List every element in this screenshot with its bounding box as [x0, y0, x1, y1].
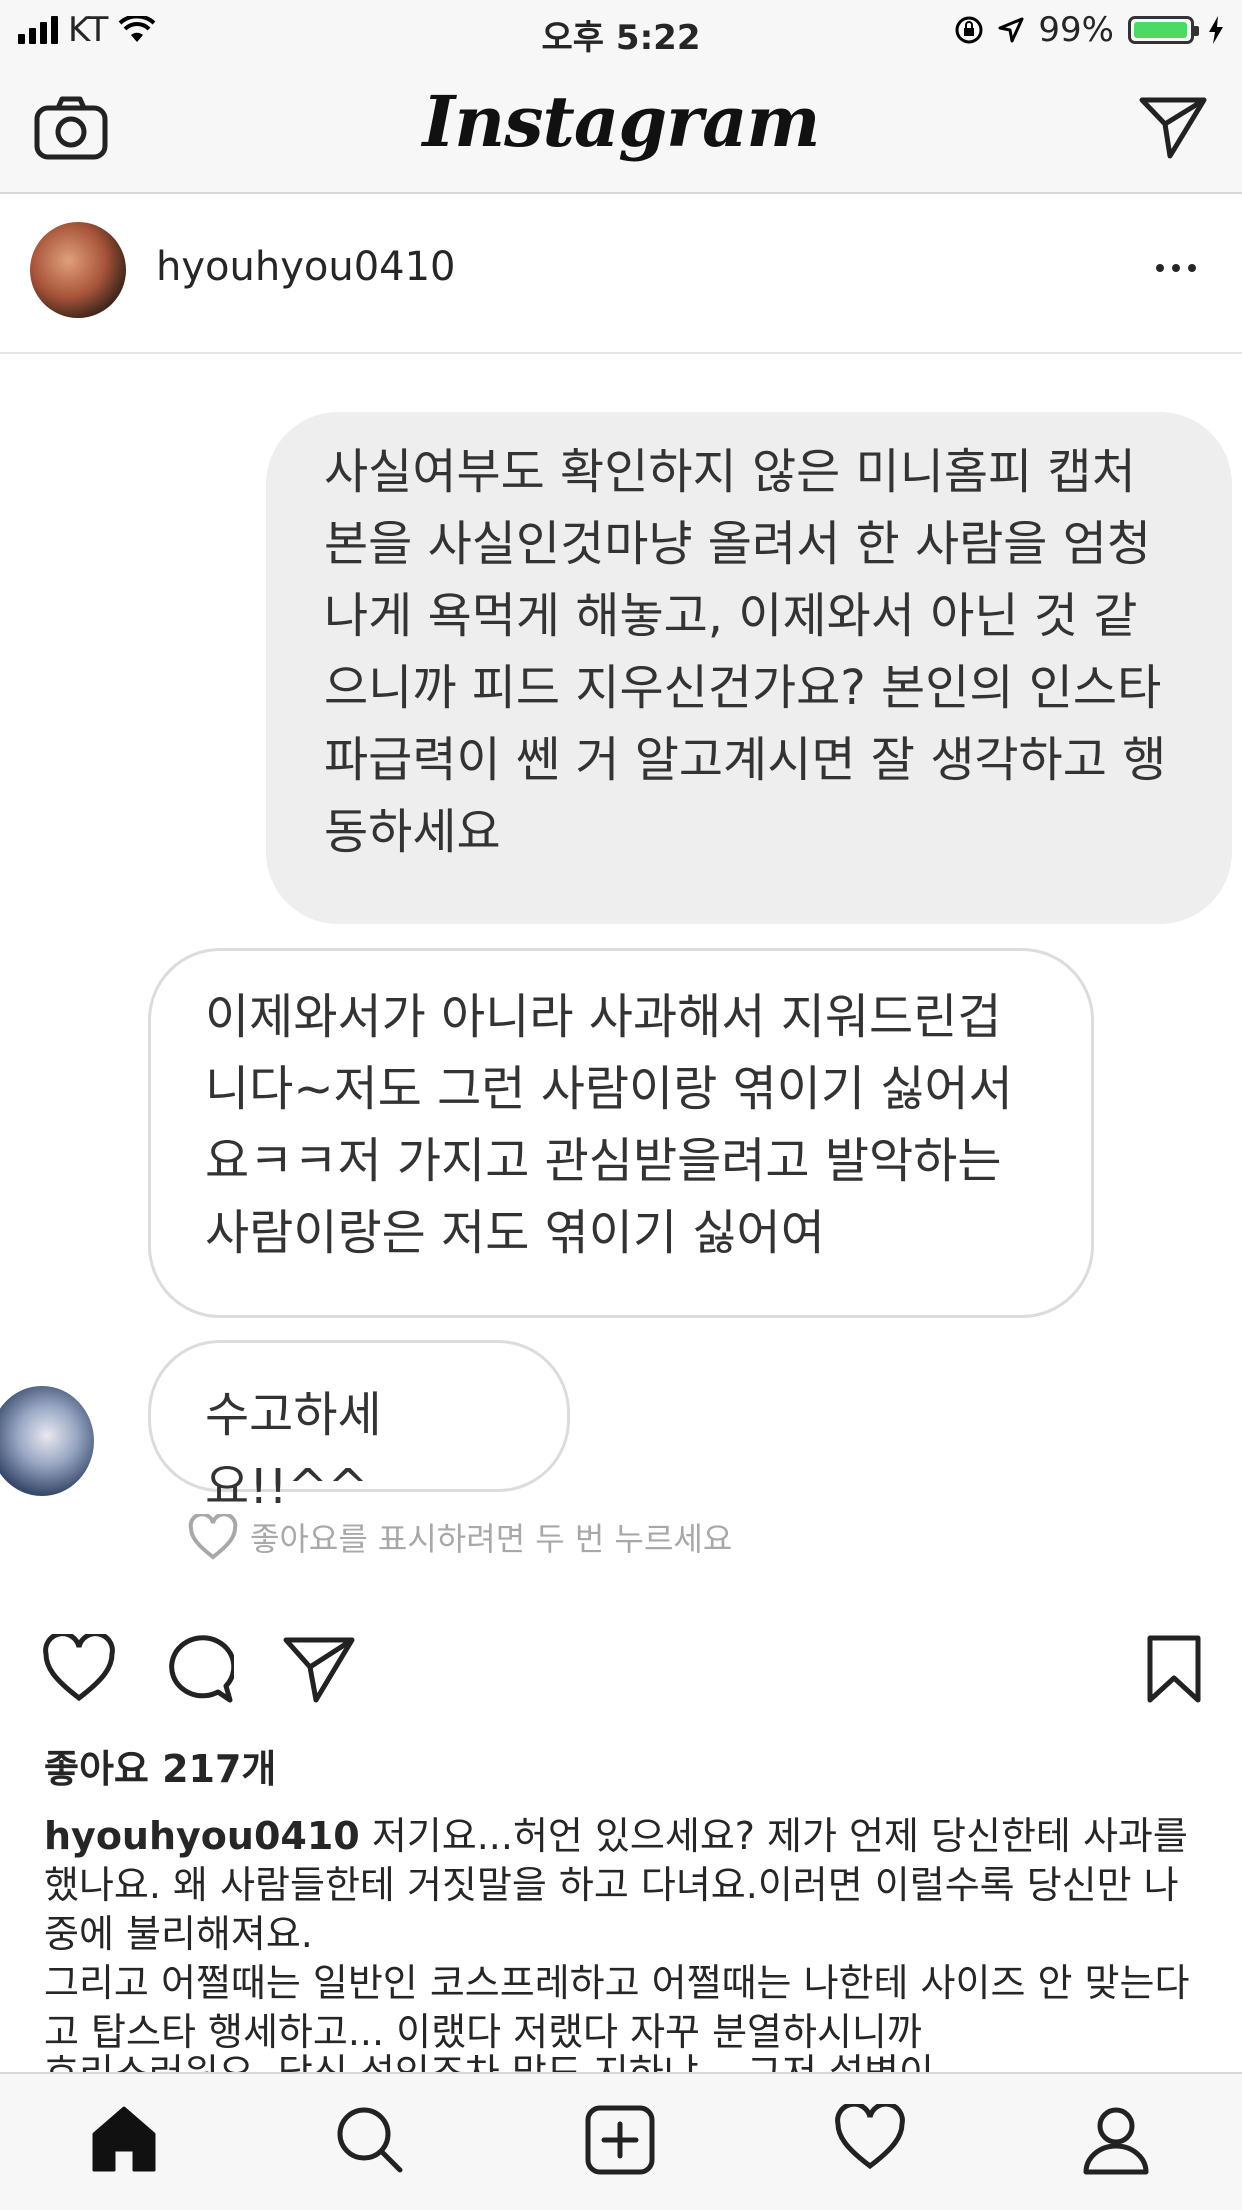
tab-bar [0, 2072, 1242, 2210]
post-caption: hyouhyou0410 저기요...허언 있으세요? 제가 언제 당신한테 사… [44, 1812, 1204, 2070]
profile-icon[interactable] [1080, 2104, 1152, 2176]
post-image[interactable]: 사실여부도 확인하지 않은 미니홈피 캡처본을 사실인것마냥 올려서 한 사람을… [0, 354, 1242, 1580]
like-hint-text: 좋아요를 표시하려면 두 번 누르세요 [250, 1520, 733, 1558]
app-header: Instagram [0, 64, 1242, 194]
battery-percent: 99% [1038, 10, 1114, 50]
dm-message-short: 수고하세요!!^^ [148, 1340, 570, 1515]
location-arrow-icon [998, 17, 1024, 43]
caption-text-2: 그리고 어쩔때는 일반인 코스프레하고 어쩔때는 나한테 사이즈 안 맞는다고 … [44, 1961, 1190, 2054]
like-heart-icon[interactable] [42, 1634, 116, 1702]
search-icon[interactable] [334, 2104, 406, 2174]
instagram-logo: Instagram [422, 80, 821, 163]
direct-send-icon[interactable] [1138, 94, 1208, 160]
dm-message-reply: 이제와서가 아니라 사과해서 지워드린겁니다~저도 그런 사람이랑 엮이기 싫어… [148, 948, 1094, 1318]
battery-icon [1128, 16, 1199, 44]
dm-message-sent: 사실여부도 확인하지 않은 미니홈피 캡처본을 사실인것마냥 올려서 한 사람을… [266, 412, 1232, 924]
status-bar: KT 오후 5:22 99% [0, 0, 1242, 64]
bookmark-icon[interactable] [1146, 1634, 1202, 1704]
charging-bolt-icon [1209, 16, 1223, 44]
share-icon[interactable] [282, 1634, 356, 1704]
post-username[interactable]: hyouhyou0410 [156, 244, 456, 290]
dm-like-hint: 좋아요를 표시하려면 두 번 누르세요 [188, 1514, 732, 1560]
post-header: hyouhyou0410 [0, 194, 1242, 354]
rotation-lock-icon [955, 16, 983, 44]
more-dots-icon[interactable] [1156, 264, 1196, 272]
caption-username[interactable]: hyouhyou0410 [44, 1814, 360, 1858]
activity-heart-icon[interactable] [834, 2104, 906, 2170]
like-count[interactable]: 좋아요 217개 [44, 1738, 276, 1793]
avatar[interactable] [30, 222, 126, 318]
status-right: 99% [954, 10, 1224, 50]
post-actions [0, 1628, 1242, 1718]
add-post-icon[interactable] [584, 2104, 656, 2176]
comment-icon[interactable] [164, 1634, 234, 1704]
home-icon[interactable] [88, 2104, 160, 2174]
caption-cut-line: 흐리스러워요. 당신 성인조차 맞도 지하냐... 그저 설병이... [44, 2042, 1204, 2072]
heart-outline-icon [188, 1514, 238, 1560]
dm-sender-avatar [0, 1386, 94, 1496]
